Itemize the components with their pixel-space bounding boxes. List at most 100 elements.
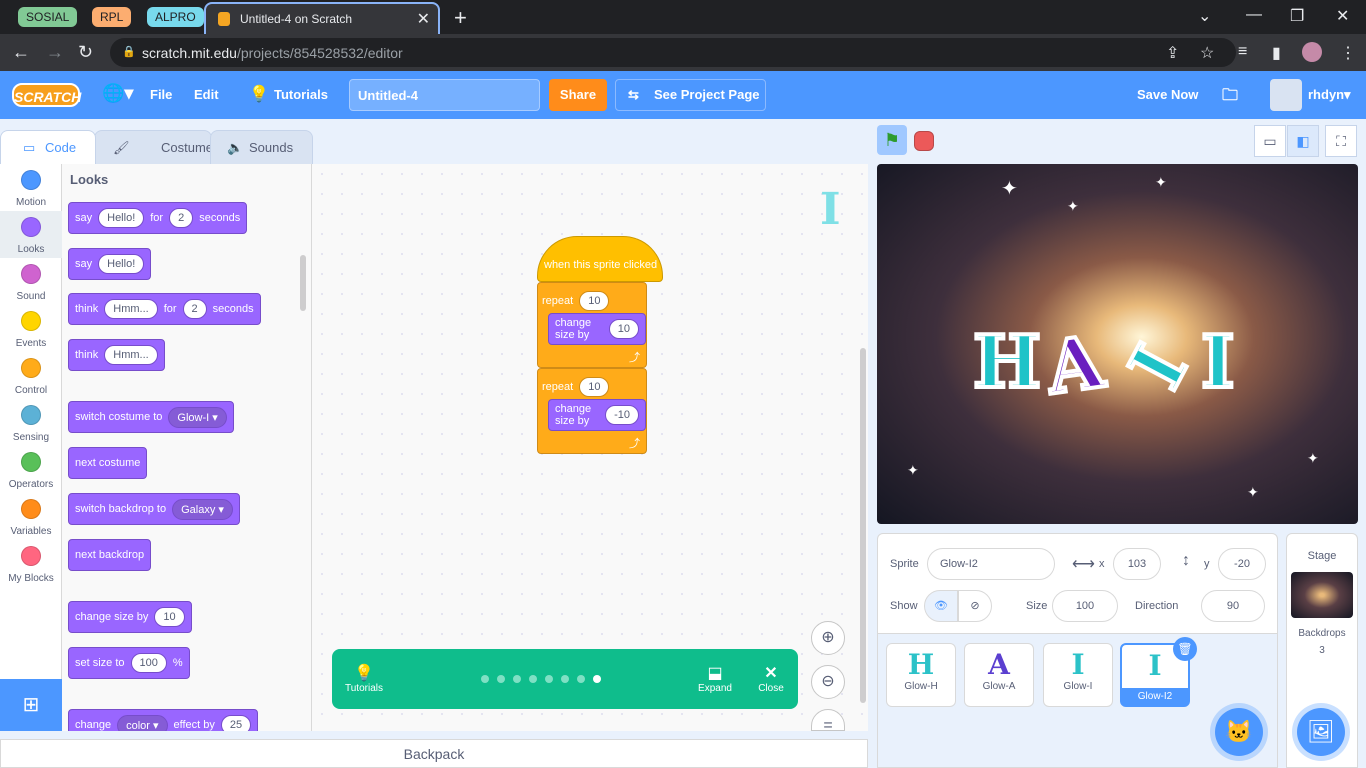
block-input[interactable]: 2 (169, 208, 194, 228)
category-control[interactable]: Control (0, 352, 62, 399)
category-events[interactable]: Events (0, 305, 62, 352)
block-say-for-seconds[interactable]: say Hello! for 2 seconds (68, 202, 248, 234)
lightbulb-icon[interactable]: 💡 (249, 84, 269, 104)
costume-dropdown[interactable]: Glow-I ▾ (168, 406, 227, 428)
save-now-button[interactable]: Save Now (1137, 87, 1198, 102)
category-sound[interactable]: Sound (0, 258, 62, 305)
zoom-out-icon[interactable]: ⊖ (811, 665, 845, 699)
hide-eye-slash-icon[interactable]: ⊘ (958, 590, 992, 622)
block-switch-backdrop[interactable]: switch backdrop to Galaxy ▾ (68, 493, 240, 525)
close-tab-icon[interactable]: ✕ (417, 9, 430, 29)
block-input[interactable]: 10 (154, 607, 185, 627)
tutorial-step-dot[interactable] (497, 675, 505, 683)
browser-tab-active[interactable]: Untitled-4 on Scratch ✕ (204, 2, 440, 34)
sprite-glow-a[interactable]: A (1039, 317, 1110, 413)
choose-backdrop-icon[interactable]: 🖼 (1297, 708, 1345, 756)
close-tutorial-button[interactable]: ✕ Close (756, 663, 786, 694)
sprite-glow-h[interactable]: H (971, 317, 1043, 406)
category-variables[interactable]: Variables (0, 493, 62, 540)
user-avatar[interactable] (1270, 79, 1302, 111)
size-input[interactable]: 100 (1052, 590, 1118, 622)
size-change-input[interactable]: 10 (608, 319, 639, 339)
tab-search-icon[interactable]: ⌄ (1198, 6, 1211, 26)
tab-costumes[interactable]: 🖌 Costumes (94, 130, 220, 164)
effect-dropdown[interactable]: color ▾ (117, 714, 168, 731)
restore-icon[interactable]: ❐ (1290, 6, 1304, 26)
tutorials-menu[interactable]: Tutorials (274, 87, 328, 102)
block-input[interactable]: Hmm... (104, 299, 158, 319)
profile-avatar-icon[interactable] (1302, 42, 1322, 62)
tutorial-step-dot[interactable] (577, 675, 585, 683)
address-bar[interactable]: 🔒 scratch.mit.edu/projects/854528532/edi… (110, 38, 1236, 67)
tutorial-step-dot[interactable] (513, 675, 521, 683)
size-change-input[interactable]: -10 (605, 405, 639, 425)
close-window-icon[interactable]: ✕ (1336, 6, 1349, 26)
sprite-glow-i[interactable]: I (1110, 330, 1205, 404)
minimize-icon[interactable]: — (1246, 6, 1262, 24)
y-input[interactable]: -20 (1218, 548, 1266, 580)
scratch-logo[interactable]: SCRATCH (12, 83, 81, 107)
block-think[interactable]: think Hmm... (68, 339, 165, 371)
category-motion[interactable]: Motion (0, 164, 62, 211)
forward-icon[interactable]: → (46, 42, 64, 63)
username-menu[interactable]: rhdyn (1308, 87, 1344, 102)
tab-group-sosial[interactable]: SOSIAL (18, 7, 78, 27)
block-next-costume[interactable]: next costume (68, 447, 148, 479)
tab-code[interactable]: ▭ Code (0, 130, 96, 164)
category-looks[interactable]: Looks (0, 211, 62, 258)
tutorial-step-dot[interactable] (545, 675, 553, 683)
block-input[interactable]: Hello! (98, 254, 145, 274)
side-panel-icon[interactable]: ▮ (1272, 43, 1281, 63)
tutorial-step-dot[interactable] (529, 675, 537, 683)
my-stuff-folder-icon[interactable]: 🗀 (1222, 84, 1238, 111)
repeat-count-input[interactable]: 10 (579, 377, 610, 397)
reload-icon[interactable]: ↻ (78, 42, 93, 63)
sprite-glow-i2[interactable]: I (1199, 317, 1237, 406)
expand-button[interactable]: ⬓ Expand (695, 663, 735, 694)
block-input[interactable]: Hello! (98, 208, 145, 228)
sprite-card-glow-h[interactable]: H Glow-H (886, 643, 956, 707)
repeat-count-input[interactable]: 10 (579, 291, 610, 311)
fullscreen-icon[interactable]: ⛶ (1325, 125, 1357, 157)
chevron-down-icon[interactable]: ▾ (1344, 87, 1351, 103)
repeat-block-1[interactable]: repeat 10 change size by 10 ⤴ (537, 282, 647, 368)
file-menu[interactable]: File (150, 87, 172, 102)
sprite-name-input[interactable]: Glow-I2 (927, 548, 1055, 580)
bookmark-star-icon[interactable]: ☆ (1200, 43, 1214, 63)
delete-sprite-trash-icon[interactable]: 🗑 (1173, 637, 1197, 661)
tutorial-step-dot[interactable] (481, 675, 489, 683)
stop-icon[interactable] (914, 131, 934, 151)
sprite-card-glow-a[interactable]: A Glow-A (964, 643, 1034, 707)
language-globe-icon[interactable]: 🌐▾ (102, 83, 133, 104)
tutorials-button[interactable]: 💡 Tutorials (342, 663, 386, 694)
tutorial-step-dot[interactable] (593, 675, 601, 683)
new-tab-icon[interactable]: + (454, 5, 467, 31)
back-icon[interactable]: ← (12, 42, 30, 63)
green-flag-icon[interactable]: ⚑ (877, 125, 907, 155)
block-change-effect[interactable]: change color ▾ effect by 25 (68, 709, 259, 731)
share-page-icon[interactable]: ⇪ (1166, 43, 1179, 63)
block-change-size[interactable]: change size by 10 (68, 601, 192, 633)
backpack-bar[interactable]: Backpack (0, 739, 868, 768)
backdrop-dropdown[interactable]: Galaxy ▾ (172, 498, 233, 520)
share-button[interactable]: Share (549, 79, 607, 111)
block-input[interactable]: 100 (130, 653, 167, 673)
category-sensing[interactable]: Sensing (0, 399, 62, 446)
block-say[interactable]: say Hello! (68, 248, 152, 280)
script-area[interactable]: I when this sprite clicked repeat 10 chan… (312, 164, 868, 731)
category-operators[interactable]: Operators (0, 446, 62, 493)
palette-scrollbar[interactable] (300, 255, 306, 311)
block-input[interactable]: Hmm... (104, 345, 158, 365)
block-input[interactable]: 2 (182, 299, 207, 319)
block-set-size[interactable]: set size to 100% (68, 647, 190, 679)
add-extension-button[interactable]: ⊞ (0, 679, 62, 731)
category-my-blocks[interactable]: My Blocks (0, 540, 62, 587)
browser-menu-icon[interactable]: ⋮ (1340, 43, 1356, 63)
change-size-block[interactable]: change size by -10 (548, 399, 646, 431)
see-project-page-button[interactable]: ⇆ See Project Page (615, 79, 766, 111)
normal-stage-icon[interactable]: ◧ (1287, 125, 1319, 157)
tutorial-step-dot[interactable] (561, 675, 569, 683)
sprite-card-glow-i[interactable]: I Glow-I (1043, 643, 1113, 707)
repeat-block-2[interactable]: repeat 10 change size by -10 ⤴ (537, 368, 647, 454)
block-input[interactable]: 25 (220, 715, 252, 731)
